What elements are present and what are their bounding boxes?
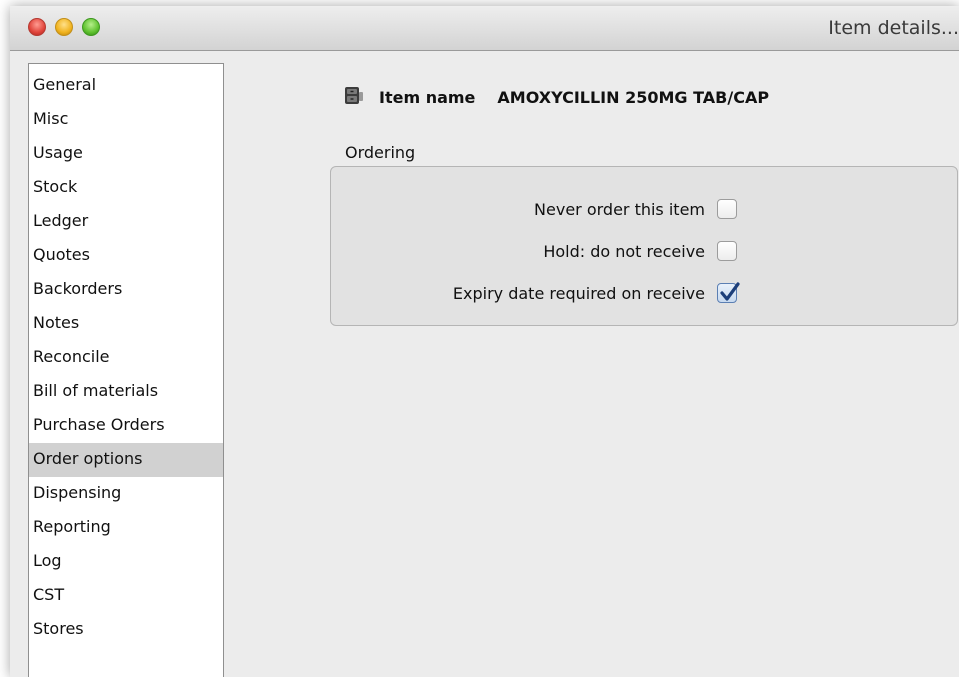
sidebar-item-cst[interactable]: CST — [29, 579, 223, 613]
expiry-required-label: Expiry date required on receive — [452, 283, 705, 303]
item-details-window: Item details... General Misc Usage Stock… — [10, 6, 959, 677]
never-order-checkbox[interactable] — [717, 199, 737, 219]
sidebar-item-general[interactable]: General — [29, 69, 223, 103]
expiry-required-row: Expiry date required on receive — [452, 279, 740, 307]
sidebar-item-usage[interactable]: Usage — [29, 137, 223, 171]
hold-receive-checkbox[interactable] — [717, 241, 737, 261]
never-order-label: Never order this item — [534, 199, 705, 219]
item-name-label: Item name — [379, 87, 476, 107]
sidebar-item-notes[interactable]: Notes — [29, 307, 223, 341]
never-order-row: Never order this item — [534, 195, 737, 223]
ordering-group-title: Ordering — [345, 143, 416, 162]
sidebar-item-reconcile[interactable]: Reconcile — [29, 341, 223, 375]
sidebar-item-reporting[interactable]: Reporting — [29, 511, 223, 545]
hold-receive-row: Hold: do not receive — [543, 237, 737, 265]
sidebar-item-ledger[interactable]: Ledger — [29, 205, 223, 239]
sidebar-item-purchase-orders[interactable]: Purchase Orders — [29, 409, 223, 443]
sidebar-item-order-options[interactable]: Order options — [29, 443, 223, 477]
close-window-button[interactable] — [28, 18, 46, 36]
zoom-window-button[interactable] — [82, 18, 100, 36]
sidebar-item-quotes[interactable]: Quotes — [29, 239, 223, 273]
window-title: Item details... — [828, 17, 959, 39]
checkmark-icon — [720, 282, 740, 301]
sidebar-item-misc[interactable]: Misc — [29, 103, 223, 137]
drawer-icon — [343, 84, 379, 110]
item-header: Item name AMOXYCILLIN 250MG TAB/CAP — [343, 83, 769, 111]
sidebar-list: General Misc Usage Stock Ledger Quotes B… — [29, 64, 223, 647]
sidebar-nav: General Misc Usage Stock Ledger Quotes B… — [28, 63, 224, 677]
expiry-required-checkbox[interactable] — [717, 282, 740, 303]
sidebar-item-log[interactable]: Log — [29, 545, 223, 579]
title-bar: Item details... — [10, 6, 959, 51]
sidebar-item-stores[interactable]: Stores — [29, 613, 223, 647]
item-name-value: AMOXYCILLIN 250MG TAB/CAP — [497, 87, 770, 107]
sidebar-item-bill-of-materials[interactable]: Bill of materials — [29, 375, 223, 409]
minimize-window-button[interactable] — [55, 18, 73, 36]
sidebar-item-stock[interactable]: Stock — [29, 171, 223, 205]
sidebar-item-backorders[interactable]: Backorders — [29, 273, 223, 307]
sidebar-item-dispensing[interactable]: Dispensing — [29, 477, 223, 511]
ordering-panel: Never order this item Hold: do not recei… — [330, 166, 958, 326]
hold-receive-label: Hold: do not receive — [543, 241, 705, 261]
